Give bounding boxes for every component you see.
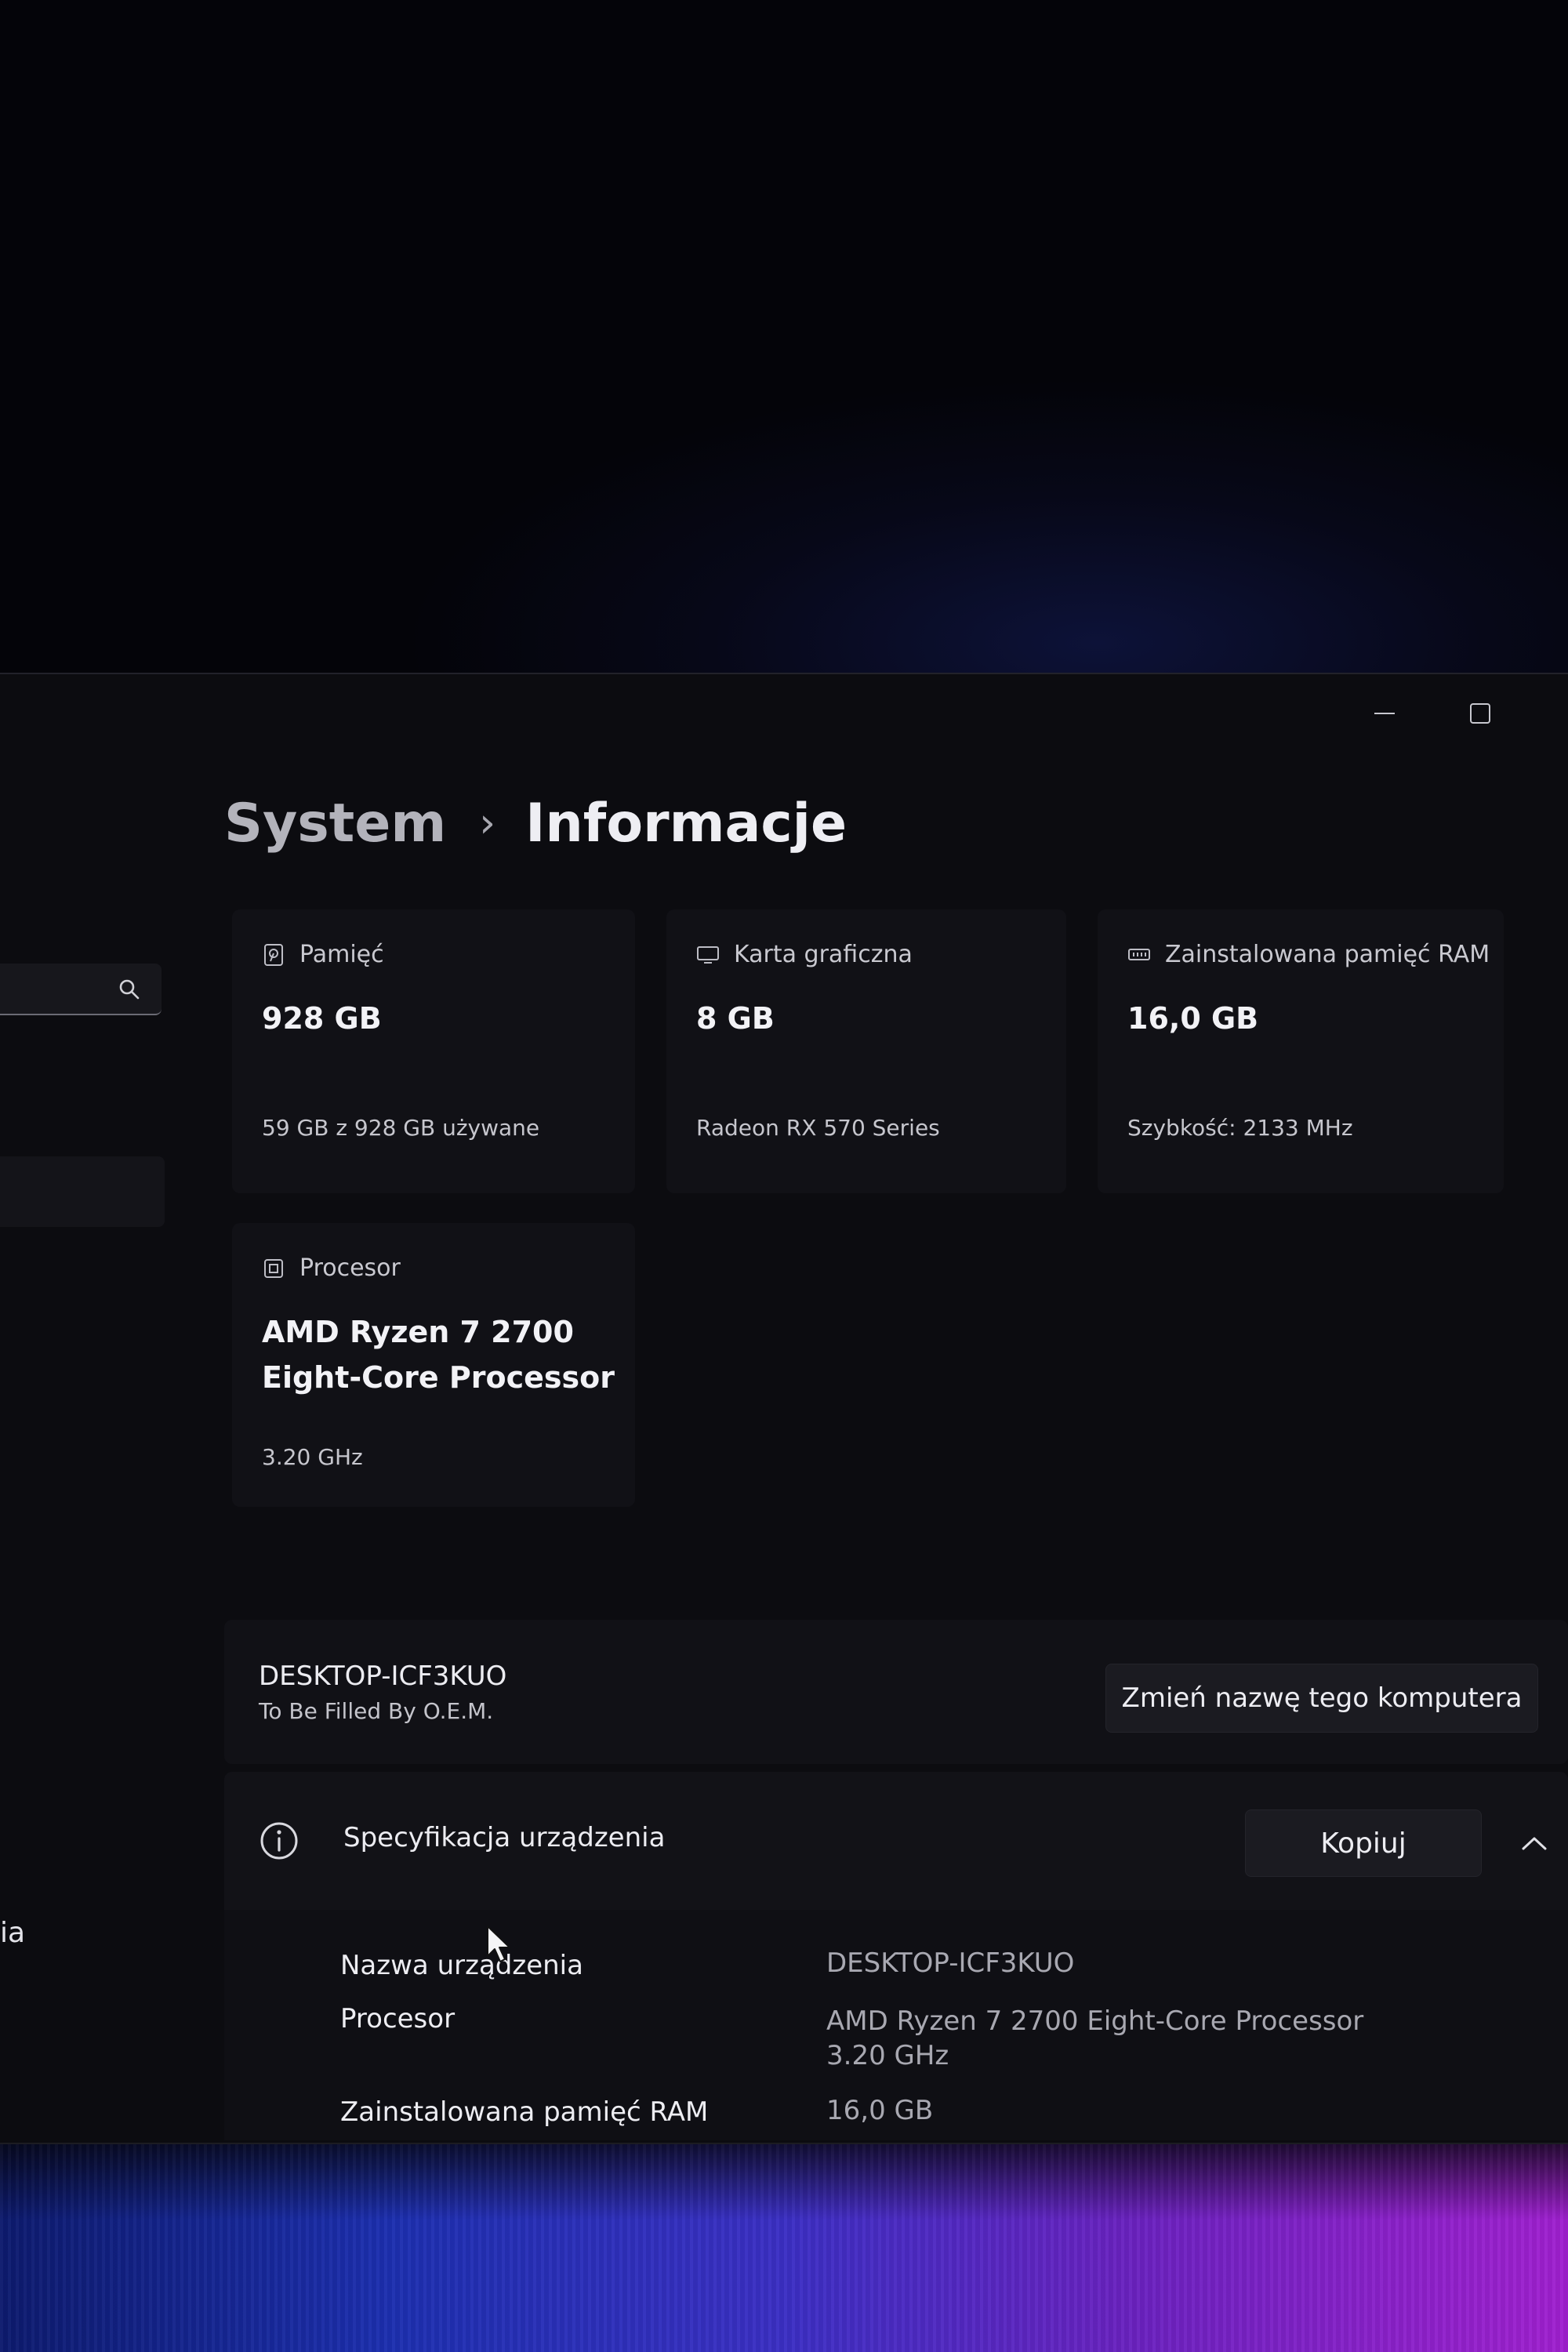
device-name-panel: DESKTOP-ICF3KUO To Be Filled By O.E.M. Z… [224,1620,1568,1764]
maximize-icon [1470,703,1490,724]
cpu-card[interactable]: Procesor AMD Ryzen 7 2700 Eight-Core Pro… [232,1223,635,1507]
rename-pc-button[interactable]: Zmień nazwę tego komputera [1105,1664,1538,1733]
minimize-button[interactable] [1345,682,1424,745]
ram-card-title: Zainstalowana pamięć RAM [1165,941,1490,968]
gpu-card-value: 8 GB [696,1001,775,1036]
ram-card[interactable]: Zainstalowana pamięć RAM 16,0 GB Szybkoś… [1098,909,1504,1193]
device-spec-panel: Specyfikacja urządzenia Kopiuj Nazwa urz… [224,1772,1568,2140]
gpu-card-header: Karta graficzna [696,941,913,968]
storage-card-header: Pamięć [262,941,384,968]
copy-button[interactable]: Kopiuj [1245,1809,1482,1877]
breadcrumb-parent[interactable]: System [224,793,446,855]
spec-label: Zainstalowana pamięć RAM [340,2096,709,2128]
cpu-card-value-line1: AMD Ryzen 7 2700 [262,1315,574,1349]
ram-card-detail: Szybkość: 2133 MHz [1127,1115,1353,1141]
device-spec-title: Specyfikacja urządzenia [343,1822,666,1853]
breadcrumb-separator: › [479,800,496,847]
cpu-card-value: AMD Ryzen 7 2700 Eight-Core Processor [262,1309,615,1400]
ram-card-header: Zainstalowana pamięć RAM [1127,941,1490,968]
device-spec-header[interactable]: Specyfikacja urządzenia Kopiuj [224,1772,1568,1910]
spec-label: Procesor [340,2003,456,2034]
display-icon [697,946,719,964]
desktop-backdrop [0,0,1568,674]
gpu-card-detail: Radeon RX 570 Series [696,1115,940,1141]
storage-card-title: Pamięć [299,941,384,968]
page-title: Informacje [525,792,848,855]
storage-icon [264,943,283,966]
mouse-cursor-icon [487,1926,510,1962]
info-icon [260,1822,298,1860]
spec-value: 16,0 GB [826,2095,934,2126]
sidebar-item-label[interactable]: ia [0,1917,25,1949]
processor-icon [264,1258,283,1278]
storage-card[interactable]: Pamięć 928 GB 59 GB z 928 GB używane [232,909,635,1193]
minimize-icon [1374,713,1395,714]
memory-icon [1128,948,1150,960]
wallpaper-texture [0,2132,1568,2352]
spec-value: AMD Ryzen 7 2700 Eight-Core Processor 3.… [826,2004,1363,2073]
gpu-card-title: Karta graficzna [734,941,913,968]
spec-value-line2: 3.20 GHz [826,2040,949,2071]
cpu-card-header: Procesor [262,1254,401,1282]
gpu-card[interactable]: Karta graficzna 8 GB Radeon RX 570 Serie… [666,909,1066,1193]
cpu-card-value-line2: Eight-Core Processor [262,1360,615,1395]
cpu-card-detail: 3.20 GHz [262,1444,363,1470]
settings-window: ia System › Informacje Pamięć 928 GB 59 … [0,673,1568,2144]
spec-value-line1: AMD Ryzen 7 2700 Eight-Core Processor [826,2005,1364,2037]
device-name: DESKTOP-ICF3KUO [259,1661,507,1692]
storage-card-detail: 59 GB z 928 GB używane [262,1115,540,1141]
ram-card-value: 16,0 GB [1127,1001,1259,1036]
chevron-up-icon[interactable] [1507,1816,1562,1871]
search-input[interactable] [0,964,162,1015]
spec-label: Nazwa urządzenia [340,1950,583,1981]
device-model: To Be Filled By O.E.M. [259,1698,494,1724]
sidebar-item-selected[interactable] [0,1156,165,1227]
cpu-card-title: Procesor [299,1254,401,1282]
maximize-button[interactable] [1441,682,1519,745]
spec-value: DESKTOP-ICF3KUO [826,1947,1075,1979]
breadcrumb: System › Informacje [224,784,847,862]
search-icon [119,979,140,1000]
storage-card-value: 928 GB [262,1001,382,1036]
